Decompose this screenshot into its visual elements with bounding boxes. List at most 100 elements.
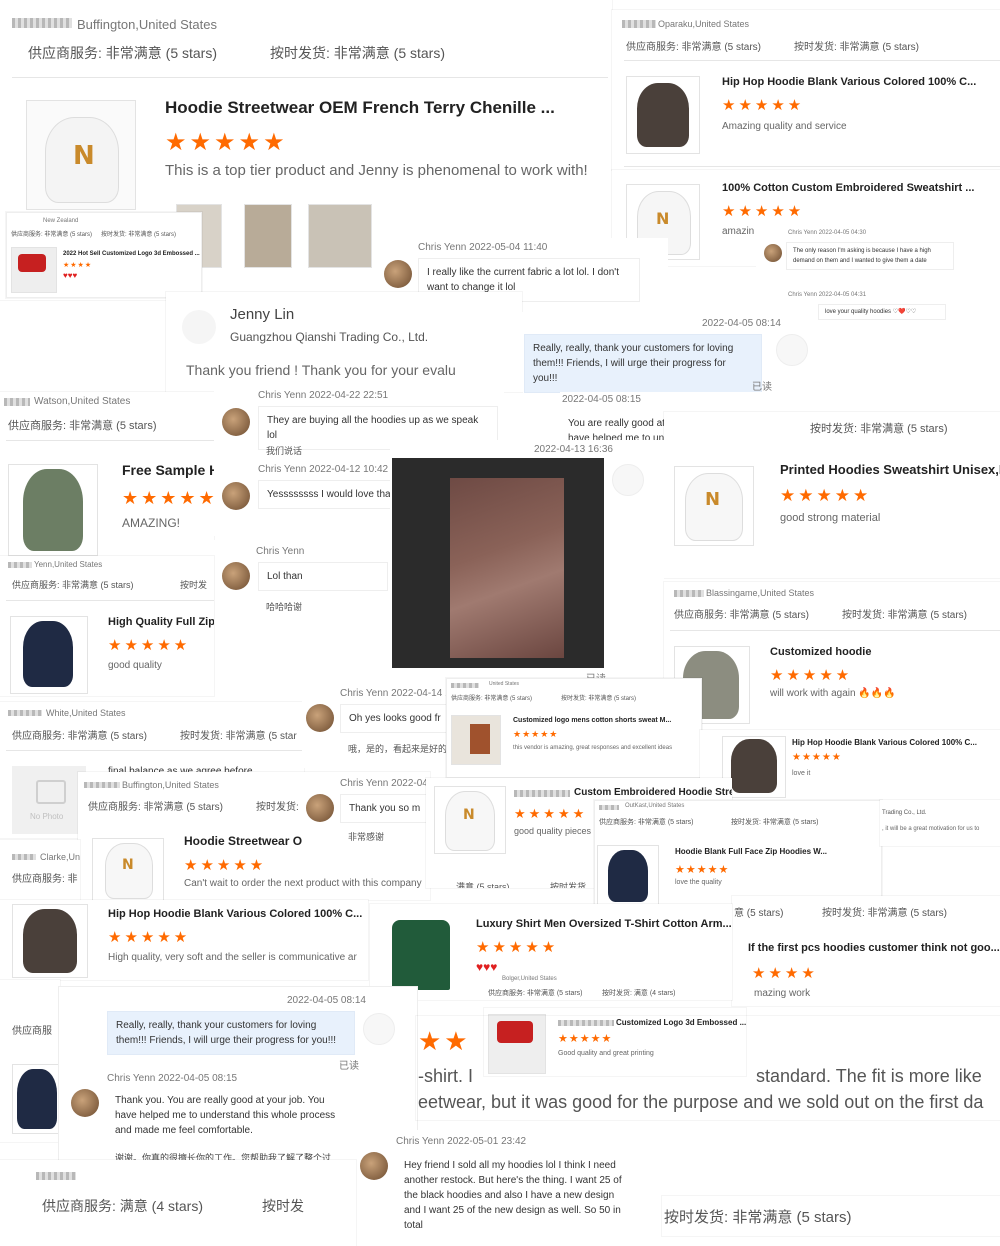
shipping-rating: 按时发货: 非常满意 (5 stars): [101, 232, 177, 238]
rating-stars: ★★★★: [752, 965, 818, 982]
chat-panel: 2022-04-05 08:14 Really, really, thank y…: [522, 312, 812, 393]
supplier-service-rating: 供应商服务: 非常满意 (5 stars): [88, 802, 224, 813]
user-avatar: [306, 704, 334, 732]
message-meta: Chris Yenn 2022-04-22 22:51: [258, 390, 389, 401]
rating-stars: ★★★★★: [675, 864, 730, 876]
supplier-service-rating: 供应商服务: 非常满意 (5 stars): [451, 696, 533, 702]
product-thumbnail[interactable]: [11, 247, 57, 293]
product-title[interactable]: 100% Cotton Custom Embroidered Sweatshir…: [722, 182, 974, 194]
product-title[interactable]: Free Sample H: [122, 462, 214, 478]
divider: [6, 750, 304, 751]
product-thumbnail[interactable]: [451, 715, 501, 765]
supplier-avatar: [612, 464, 644, 496]
product-title[interactable]: 2022 Hot Sell Customized Logo 3d Embosse…: [63, 251, 200, 257]
product-title[interactable]: Luxury Shirt Men Oversized T-Shirt Cotto…: [476, 918, 732, 930]
divider: [624, 166, 1000, 167]
reviewer-location: New Zealand: [43, 218, 79, 224]
shipping-rating: 按时发货: 满意 (4 stars): [602, 990, 676, 997]
product-thumbnail[interactable]: N: [674, 466, 754, 546]
hoodie-image: [23, 909, 77, 973]
truncated-text: 按时发货: 非常满意 (5 stars): [810, 423, 948, 435]
reviewer-location: Yenn,United States: [34, 560, 103, 569]
rating-stars: ★★★★★: [722, 203, 805, 220]
product-thumbnail[interactable]: [597, 845, 659, 907]
chat-bubble: Thank you. You are really good at your j…: [107, 1087, 347, 1144]
product-title[interactable]: Customized hoodie: [770, 646, 871, 658]
rating-stars: ★★★★★: [108, 929, 191, 946]
user-avatar: [764, 244, 782, 262]
hoodie-image: [637, 83, 689, 147]
hearts: ♥♥♥: [63, 271, 78, 280]
chat-panel: Chris Yenn Lol than 哈哈哈谢: [214, 540, 390, 630]
shipping-rating: 按时发货: 非常满意 (5 stars): [561, 696, 637, 702]
product-thumbnail[interactable]: [12, 904, 88, 978]
supplier-service-rating: 意 (5 stars): [734, 908, 784, 919]
review-comment: amazin: [722, 226, 755, 237]
message-time: 2022-04-05 08:14: [702, 318, 781, 329]
product-title[interactable]: Hip Hop Hoodie Blank Various Colored 100…: [722, 76, 976, 88]
product-thumbnail[interactable]: N: [92, 838, 164, 900]
supplier-service-rating: 供应商服: [12, 1026, 52, 1037]
product-title[interactable]: Hip Hop Hoodie Blank Various Colored 100…: [108, 908, 362, 920]
chat-bubble: Really, really, thank your customers for…: [107, 1011, 355, 1055]
review-card-new-zealand: New Zealand 供应商服务: 非常满意 (5 stars) 按时发货: …: [6, 212, 202, 298]
product-title[interactable]: Hoodie Streetwear OEM French Terry Cheni…: [165, 98, 555, 118]
supplier-service-rating: 供应商服务: 非: [12, 874, 78, 885]
chat-bubble: Hey friend I sold all my hoodies lol I t…: [396, 1152, 634, 1239]
rating-stars: ★★★★★: [122, 488, 214, 508]
review-comment: this vendor is amazing, great responses …: [513, 745, 673, 751]
review-comment: High quality, very soft and the seller i…: [108, 952, 357, 963]
product-title[interactable]: Hoodie Blank Full Face Zip Hoodies W...: [675, 847, 827, 856]
rating-stars: ★★: [418, 1026, 471, 1056]
message-time: 2022-04-13 16:36: [534, 444, 613, 455]
user-avatar: [71, 1089, 99, 1117]
product-title[interactable]: Hoodie Streetwear OEI: [184, 834, 313, 848]
rating-stars: ★★★★★: [722, 97, 805, 114]
chat-bubble: Really, really, thank your customers for…: [524, 334, 762, 393]
message-meta: 2022-04-05 08:15: [562, 394, 641, 405]
product-thumbnail[interactable]: N: [26, 100, 136, 210]
user-avatar: [222, 562, 250, 590]
blurred-username: [4, 398, 30, 406]
divider: [12, 77, 608, 78]
product-thumbnail[interactable]: [12, 1064, 60, 1134]
red-shirt-image: [18, 254, 46, 272]
n-logo: N: [73, 141, 95, 171]
product-title[interactable]: Custom Embroidered Hoodie Stre...: [574, 787, 732, 798]
review-photo[interactable]: [308, 204, 372, 268]
supplier-company: Guangzhou Qianshi Trading Co., Ltd.: [230, 330, 429, 344]
product-thumbnail[interactable]: [8, 464, 98, 556]
message-meta: Chris Yenn 2022-04-05 08:15: [107, 1073, 238, 1084]
product-thumbnail[interactable]: [380, 912, 462, 994]
shipping-rating: 按时发货: 非常满意 (5 star: [180, 731, 297, 742]
review-comment: eetwear, but it was good for the purpose…: [418, 1092, 984, 1112]
product-title[interactable]: High Quality Full Zip: [108, 616, 214, 628]
box-image: [450, 478, 564, 658]
rating-stars: ★★★★★: [476, 939, 559, 956]
chat-bubble: Lol than: [258, 562, 388, 591]
video-message: 2022-04-13 16:36 已读: [390, 440, 664, 685]
product-title[interactable]: Hip Hop Hoodie Blank Various Colored 100…: [792, 738, 977, 747]
video-thumbnail[interactable]: [392, 458, 604, 668]
review-card-blassingame: Blassingame,United States 供应商服务: 非常满意 (5…: [664, 582, 1000, 732]
product-thumbnail[interactable]: N: [434, 786, 506, 854]
review-photo[interactable]: [244, 204, 292, 268]
supplier-service-rating: 供应商服务: 非常满意 (5 stars): [488, 990, 583, 997]
shipping-rating: 按时发货: 非常满意 (5 stars): [731, 819, 819, 826]
reviewer-location: Bolger,United States: [502, 976, 557, 982]
product-title[interactable]: Customized logo mens cotton shorts sweat…: [513, 717, 671, 724]
review-comment: standard. The fit is more like: [756, 1066, 982, 1086]
message-time: 2022-04-05 08:14: [287, 995, 366, 1006]
review-card-hiphop-small: Hip Hop Hoodie Blank Various Colored 100…: [700, 730, 1000, 800]
product-thumbnail[interactable]: [10, 616, 88, 694]
product-thumbnail[interactable]: [626, 76, 700, 154]
blurred-username: [451, 683, 479, 688]
supplier-reply-fragment: Trading Co., Ltd. , it will be a great m…: [880, 800, 1000, 846]
reply-text: , it will be a great motivation for us t…: [882, 826, 980, 832]
product-title[interactable]: Printed Hoodies Sweatshirt Unisex,M: [780, 462, 1000, 477]
rating-stars: ★★★★★: [165, 129, 288, 156]
rating-stars: ★★★★★: [770, 667, 853, 684]
product-title[interactable]: If the first pcs hoodies customer think …: [748, 942, 1000, 954]
chat-panel: Chris Yenn 2022-05-01 23:42 Hey friend I…: [356, 1130, 662, 1246]
divider: [6, 440, 214, 441]
